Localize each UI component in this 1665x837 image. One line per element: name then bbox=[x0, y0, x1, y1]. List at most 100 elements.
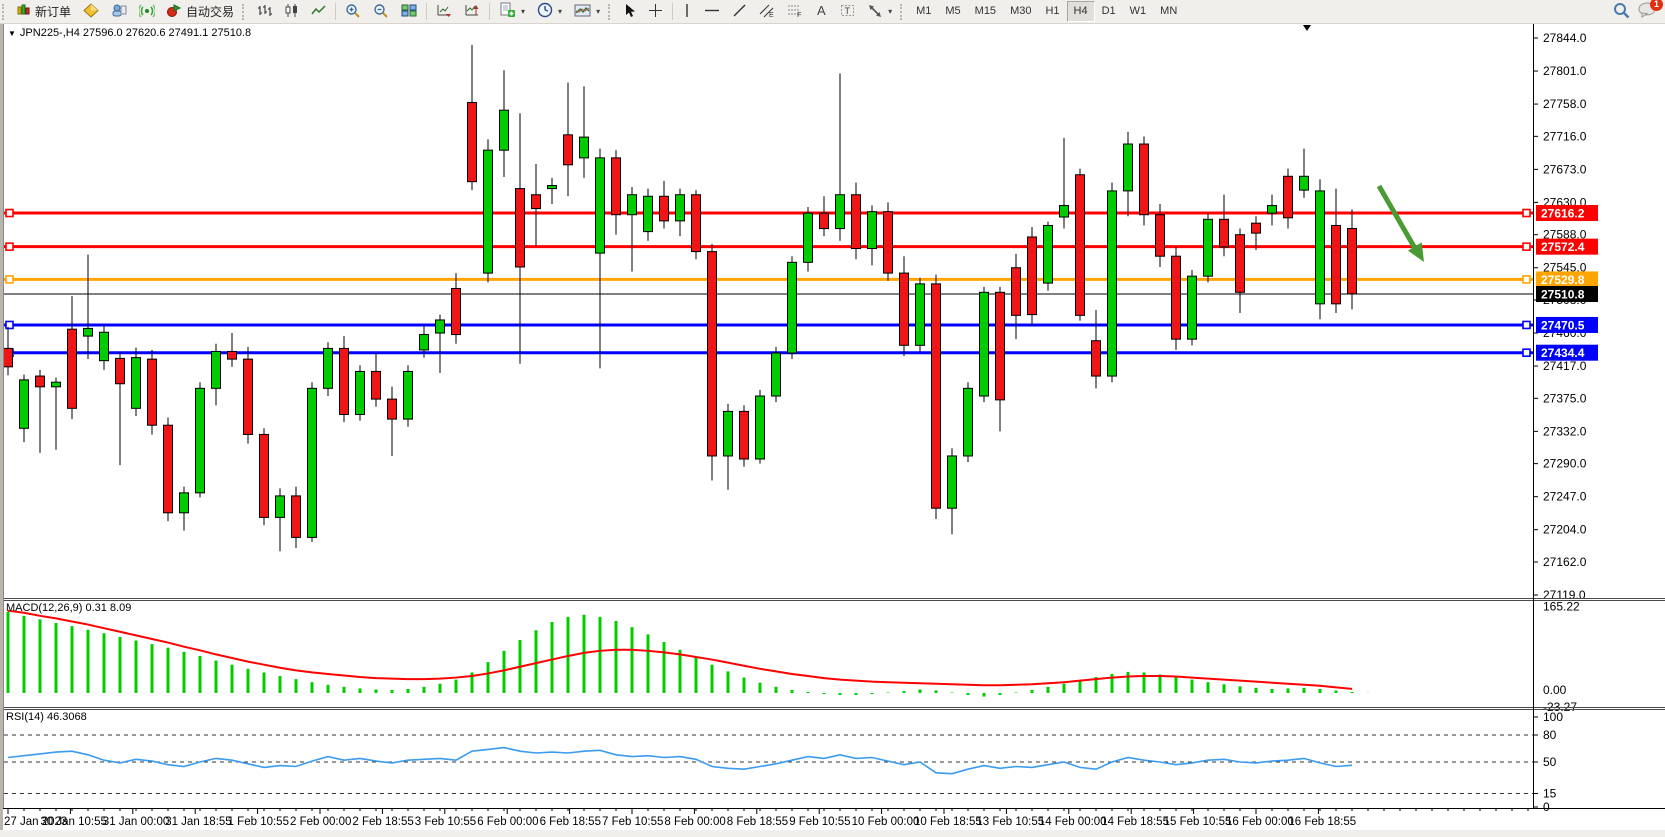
price-axis-label: 27332.0 bbox=[1543, 424, 1587, 438]
trendline-tool-button[interactable] bbox=[726, 0, 753, 23]
bear-candle bbox=[1348, 229, 1357, 294]
chart-shift-icon bbox=[464, 3, 480, 21]
bull-candle bbox=[180, 493, 189, 513]
bear-candle bbox=[340, 348, 349, 414]
signals-button[interactable] bbox=[133, 0, 161, 23]
timeframe-h1[interactable]: H1 bbox=[1038, 1, 1066, 22]
zoom-out-button[interactable] bbox=[367, 0, 395, 23]
price-tag-label: 27434.4 bbox=[1541, 346, 1585, 360]
window-bottom-strip bbox=[0, 830, 1665, 837]
crosshair-tool-button[interactable] bbox=[642, 0, 669, 23]
fibonacci-icon: F bbox=[787, 3, 803, 21]
bull-candle bbox=[868, 212, 877, 249]
bar-chart-button[interactable] bbox=[251, 0, 278, 23]
arrows-icon bbox=[867, 3, 883, 21]
label-tool-button[interactable]: T bbox=[834, 0, 861, 23]
timeframe-w1[interactable]: W1 bbox=[1123, 1, 1154, 22]
timeframe-m15[interactable]: M15 bbox=[968, 1, 1003, 22]
bull-candle bbox=[20, 380, 29, 428]
template-button[interactable]: ▾ bbox=[568, 0, 606, 23]
line-handle[interactable] bbox=[6, 276, 13, 283]
bear-candle bbox=[1076, 175, 1085, 316]
timeframe-m30[interactable]: M30 bbox=[1003, 1, 1038, 22]
toolbar-grip bbox=[242, 4, 249, 20]
dropdown-caret: ▾ bbox=[558, 7, 562, 16]
bear-candle bbox=[1092, 341, 1101, 376]
search-icon[interactable] bbox=[1613, 2, 1630, 22]
chart-shift-button[interactable] bbox=[458, 0, 486, 23]
bear-candle bbox=[996, 292, 1005, 400]
bear-candle bbox=[1140, 144, 1149, 215]
fibonacci-tool-button[interactable]: F bbox=[781, 0, 809, 23]
line-handle[interactable] bbox=[1523, 276, 1530, 283]
svg-text:E: E bbox=[769, 12, 774, 18]
chart-forward-button[interactable] bbox=[430, 0, 458, 23]
cursor-tool-button[interactable] bbox=[617, 0, 642, 23]
zoom-in-button[interactable] bbox=[339, 0, 367, 23]
bear-candle bbox=[884, 212, 893, 273]
tile-windows-icon bbox=[401, 3, 417, 21]
bear-candle bbox=[388, 399, 397, 419]
toolbar-grip bbox=[2, 4, 9, 20]
line-handle[interactable] bbox=[6, 210, 13, 217]
bear-candle bbox=[116, 358, 125, 383]
time-axis-label: 31 Jan 18:55 bbox=[165, 816, 232, 828]
autotrade-button[interactable]: 自动交易 bbox=[161, 0, 240, 23]
channel-tool-button[interactable]: E bbox=[753, 0, 781, 23]
timeframe-h4[interactable]: H4 bbox=[1067, 1, 1095, 22]
price-axis-label: 27801.0 bbox=[1543, 64, 1587, 78]
line-handle[interactable] bbox=[1523, 243, 1530, 250]
timeframe-toolbar: M1M5M15M30H1H4D1W1MN bbox=[909, 1, 1184, 22]
chart-canvas[interactable]: 27844.027801.027758.027716.027673.027630… bbox=[0, 0, 1665, 837]
bear-candle bbox=[1156, 215, 1165, 256]
time-axis-label: 10 Feb 18:55 bbox=[914, 816, 982, 828]
line-handle[interactable] bbox=[1523, 321, 1530, 328]
period-button[interactable]: ▾ bbox=[531, 0, 568, 23]
vline-tool-button[interactable] bbox=[676, 0, 698, 23]
candlestick-chart-button[interactable] bbox=[278, 0, 305, 23]
bull-candle bbox=[1188, 276, 1197, 339]
timeframe-d1[interactable]: D1 bbox=[1095, 1, 1123, 22]
bull-candle bbox=[804, 213, 813, 262]
bull-candle bbox=[1060, 205, 1069, 217]
bull-candle bbox=[356, 371, 365, 414]
bear-candle bbox=[68, 329, 77, 408]
bear-candle bbox=[932, 284, 941, 508]
bear-candle bbox=[692, 195, 701, 252]
time-axis-label: 1 Feb 10:55 bbox=[228, 816, 289, 828]
notifications-button[interactable]: 1 bbox=[1638, 2, 1657, 21]
macd-indicator-label: MACD(12,26,9) 0.31 8.09 bbox=[6, 602, 131, 614]
bear-candle bbox=[164, 425, 173, 513]
timeframe-mn[interactable]: MN bbox=[1153, 1, 1184, 22]
timeframe-m1[interactable]: M1 bbox=[909, 1, 938, 22]
rsi-axis-label: 0 bbox=[1543, 800, 1550, 814]
time-axis-label: 30 Jan 10:55 bbox=[40, 816, 107, 828]
add-indicator-button[interactable]: ▾ bbox=[493, 0, 531, 23]
line-handle[interactable] bbox=[6, 321, 13, 328]
line-handle[interactable] bbox=[1523, 349, 1530, 356]
bear-candle bbox=[740, 411, 749, 459]
time-axis-label: 14 Feb 00:00 bbox=[1039, 816, 1107, 828]
line-chart-button[interactable] bbox=[305, 0, 332, 23]
price-axis-label: 27375.0 bbox=[1543, 391, 1587, 405]
tile-windows-button[interactable] bbox=[395, 0, 423, 23]
bear-candle bbox=[228, 351, 237, 359]
line-handle[interactable] bbox=[6, 243, 13, 250]
autotrade-label: 自动交易 bbox=[186, 3, 234, 20]
equidistant-channel-icon: E bbox=[759, 3, 775, 21]
price-axis-label: 27247.0 bbox=[1543, 490, 1587, 504]
line-chart-icon bbox=[311, 3, 326, 21]
dropdown-caret: ▾ bbox=[888, 7, 892, 16]
accounts-button[interactable] bbox=[105, 0, 133, 23]
toolbar-grip bbox=[900, 4, 907, 20]
bear-candle bbox=[900, 273, 909, 345]
timeframe-m5[interactable]: M5 bbox=[938, 1, 967, 22]
market-watch-button[interactable] bbox=[77, 0, 105, 23]
text-tool-button[interactable]: A bbox=[809, 0, 834, 23]
chevron-down-icon[interactable]: ▼ bbox=[8, 29, 16, 38]
bull-candle bbox=[1124, 144, 1133, 191]
hline-tool-button[interactable] bbox=[698, 0, 726, 23]
line-handle[interactable] bbox=[1523, 210, 1530, 217]
arrows-tool-button[interactable]: ▾ bbox=[861, 0, 898, 23]
new-order-button[interactable]: 新订单 bbox=[11, 0, 77, 23]
